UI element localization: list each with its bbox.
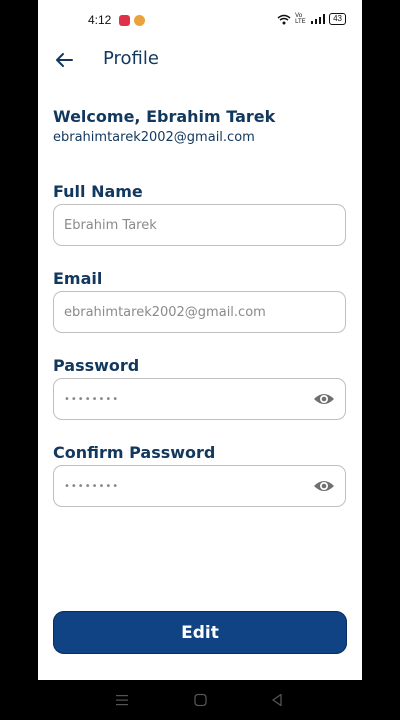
battery-indicator: 43 [329,13,346,25]
password-input[interactable] [64,379,304,419]
signal-icon [311,14,326,24]
notification-app-icon [119,15,130,26]
network-label: Vo LTE [295,13,306,25]
eye-icon [314,481,334,491]
welcome-email: ebrahimtarek2002@gmail.com [53,130,255,145]
password-field[interactable] [53,378,346,420]
full-name-field[interactable] [53,204,346,246]
confirm-password-label: Confirm Password [53,443,216,462]
password-visibility-toggle[interactable] [313,390,335,408]
email-label: Email [53,269,103,288]
page-title: Profile [103,48,159,69]
password-label: Password [53,356,140,375]
confirm-password-visibility-toggle[interactable] [313,477,335,495]
status-time: 4:12 [88,13,112,27]
system-back-button[interactable] [271,692,283,711]
system-navigation-bar [0,680,400,720]
status-right-group: Vo LTE 43 [277,13,346,25]
full-name-label: Full Name [53,182,143,201]
confirm-password-input[interactable] [64,466,304,506]
back-button[interactable] [52,48,76,72]
back-triangle-icon [272,693,282,707]
home-icon [194,693,207,707]
confirm-password-field[interactable] [53,465,346,507]
full-name-input[interactable] [64,205,304,245]
app-bar: Profile [38,40,362,80]
home-button[interactable] [194,692,207,711]
phone-screen: 4:12 Vo LTE 43 Profile Welcome, Ebrahim … [38,0,362,680]
status-bar: 4:12 Vo LTE 43 [38,0,362,40]
wifi-icon [277,14,291,24]
recent-apps-button[interactable] [116,692,128,711]
edit-button[interactable]: Edit [53,611,347,654]
welcome-heading: Welcome, Ebrahim Tarek [53,107,276,126]
eye-icon [314,394,334,404]
notification-heart-icon [134,15,145,26]
email-input[interactable] [64,292,304,332]
arrow-left-icon [56,53,73,67]
menu-icon [116,695,128,706]
email-field[interactable] [53,291,346,333]
